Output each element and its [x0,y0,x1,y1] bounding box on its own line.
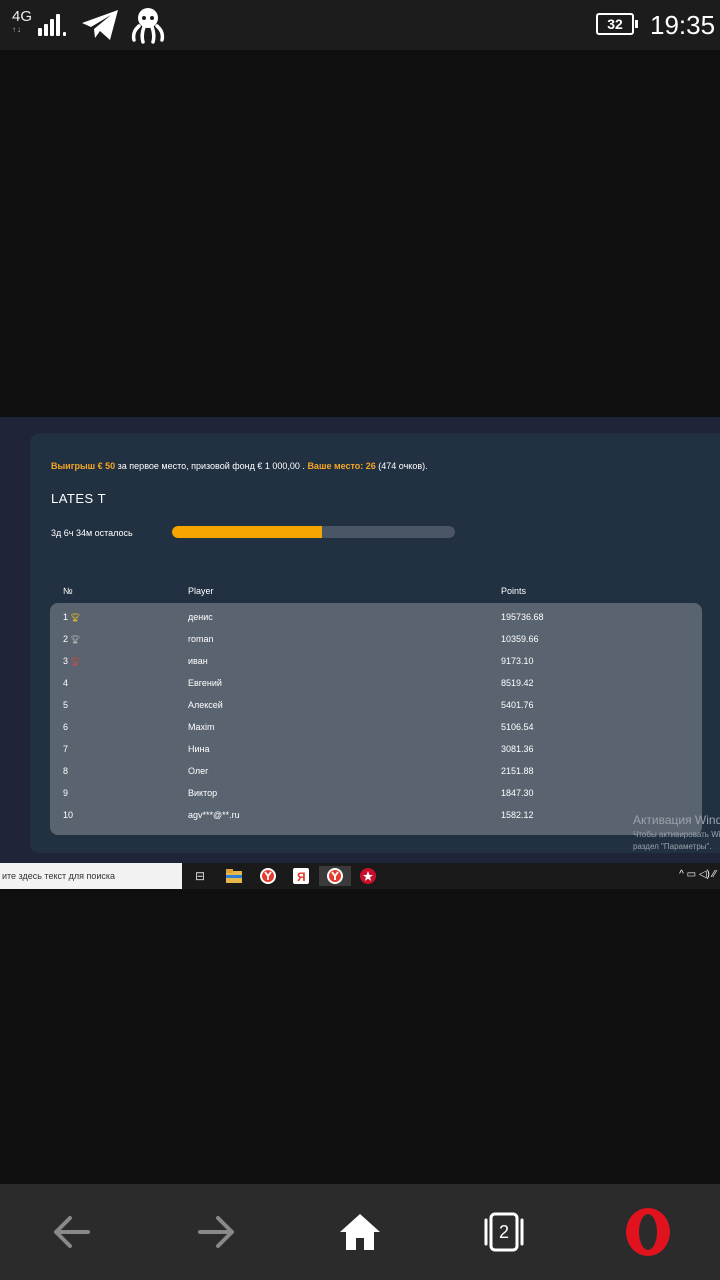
place-text: (474 очков). [375,461,428,471]
taskbar-search-input[interactable]: ите здесь текст для поиска [0,863,182,889]
rank-cell: 4 [63,678,68,688]
rank-number: 1 [63,612,69,622]
task-view-icon[interactable]: ⊟ [190,866,210,886]
status-bar: 4G ↑↓ 32 19:35 [0,0,720,50]
rank-cell: 7 [63,744,68,754]
table-row: 3 🏆︎ иван 9173.10 [50,651,702,673]
place-label: Ваше место: 26 [307,461,376,471]
watermark-line-2: раздел "Параметры". [633,842,712,851]
points-cell: 10359.66 [501,634,539,644]
table-row: 7 Нина 3081.36 [50,739,702,761]
telegram-icon [82,10,118,40]
watermark-title: Активация Window [633,813,720,827]
player-cell: agv***@**.ru [188,810,240,820]
prize-label: Выигрыш € 50 [51,461,116,471]
prize-text: за первое место, призовой фонд € 1 000,0… [115,461,308,471]
time-remaining: 3д 6ч 34м осталось [51,528,133,538]
rank-cell: 5 [63,700,68,710]
trophy-icon: 🏆︎ [70,635,81,644]
table-row: 8 Олег 2151.88 [50,761,702,783]
player-cell: Алексей [188,700,223,710]
watermark-line-1: Чтобы активировать Wir [633,830,720,839]
battery-icon: 32 [596,13,638,35]
player-cell: Виктор [188,788,218,798]
rank-number: 5 [63,700,69,710]
table-row: 10 agv***@**.ru 1582.12 [50,805,702,827]
table-row: 4 Евгений 8519.42 [50,673,702,695]
rank-number: 4 [63,678,69,688]
player-cell: Олег [188,766,209,776]
time-progress-bar [172,526,455,538]
tournament-panel: Выигрыш € 50 за первое место, призовой ф… [30,433,720,853]
player-cell: Евгений [188,678,222,688]
rank-cell: 3 🏆︎ [63,656,80,666]
signal-icon [38,12,68,36]
rank-number: 8 [63,766,69,776]
rank-number: 3 [63,656,69,666]
prize-info: Выигрыш € 50 за первое место, призовой ф… [51,461,428,471]
player-cell: Нина [188,744,210,754]
player-cell: иван [188,656,208,666]
home-icon[interactable] [330,1204,390,1260]
rank-number: 6 [63,722,69,732]
opera-menu-icon[interactable] [618,1204,678,1260]
player-cell: денис [188,612,213,622]
table-row: 1 🏆︎ денис 195736.68 [50,607,702,629]
player-cell: roman [188,634,214,644]
rank-cell: 6 [63,722,68,732]
time-progress-fill [172,526,322,538]
rank-number: 7 [63,744,69,754]
octopus-icon [131,8,165,44]
yandex-browser-icon[interactable] [258,866,278,886]
points-cell: 8519.42 [501,678,534,688]
rank-cell: 8 [63,766,68,776]
forward-arrow-icon[interactable] [186,1204,246,1260]
rank-cell: 9 [63,788,68,798]
points-cell: 5106.54 [501,722,534,732]
table-row: 2 🏆︎ roman 10359.66 [50,629,702,651]
clock: 19:35 [650,10,716,40]
points-cell: 3081.36 [501,744,534,754]
back-arrow-icon[interactable] [42,1204,102,1260]
leaderboard-table: 1 🏆︎ денис 195736.68 2 🏆︎ roman 10359.66 3 🏆︎ иван… [50,603,702,835]
rank-number: 10 [63,810,74,820]
rank-cell: 1 🏆︎ [63,612,80,622]
points-cell: 195736.68 [501,612,544,622]
screenshot-content: Выигрыш € 50 за первое место, призовой ф… [0,417,720,863]
rank-cell: 2 🏆︎ [63,634,80,644]
rank-number: 9 [63,788,69,798]
network-indicator: 4G ↑↓ [12,9,32,34]
points-cell: 1847.30 [501,788,534,798]
network-type: 4G [12,8,33,25]
points-cell: 2151.88 [501,766,534,776]
tabs-icon[interactable]: 2 [474,1204,534,1260]
points-cell: 1582.12 [501,810,534,820]
points-cell: 9173.10 [501,656,534,666]
player-cell: Maxim [188,722,215,732]
rank-cell: 10 [63,810,73,820]
column-header-rank: № [63,586,73,596]
tab-count: 2 [498,1222,509,1242]
column-header-player: Player [188,586,214,596]
table-row: 9 Виктор 1847.30 [50,783,702,805]
browser-navigation-bar: 2 [0,1184,720,1280]
system-tray[interactable]: ^ ▭ ◁) ⁄⁄ [679,869,716,880]
network-activity: ↑↓ [12,25,22,34]
windows-activation-watermark: Активация Window Чтобы активировать Wir … [633,813,720,851]
trophy-icon: 🏆︎ [70,613,81,622]
table-row: 5 Алексей 5401.76 [50,695,702,717]
svg-text:Я: Я [297,870,306,884]
trophy-icon: 🏆︎ [70,657,81,666]
column-header-points: Points [501,586,527,596]
yandex-icon[interactable]: Я [291,866,311,886]
file-explorer-icon[interactable] [224,866,244,886]
table-row: 6 Maxim 5106.54 [50,717,702,739]
rank-number: 2 [63,634,69,644]
pokerstars-icon[interactable] [358,866,378,886]
points-cell: 5401.76 [501,700,534,710]
windows-taskbar: ите здесь текст для поиска ⊟ Я ^ ▭ ◁) ⁄⁄ [0,863,720,889]
tournament-title: LATES T [51,491,107,506]
yandex-browser-active-icon[interactable] [319,866,351,886]
